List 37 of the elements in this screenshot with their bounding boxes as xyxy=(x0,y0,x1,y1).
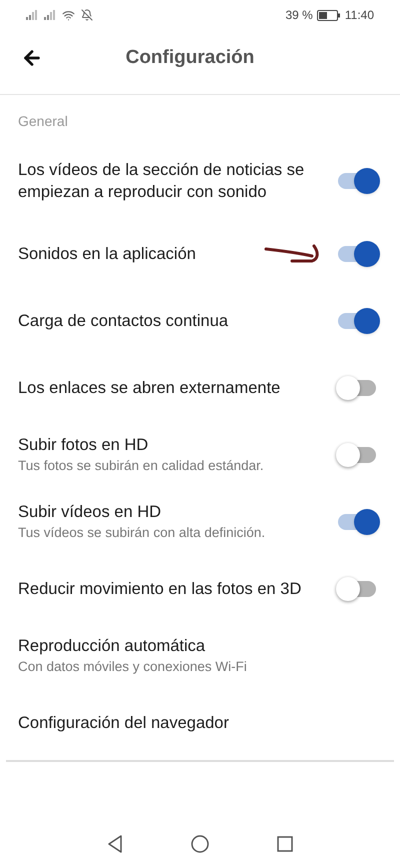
battery-percent: 39 % xyxy=(286,7,313,24)
setting-subtitle: Con datos móviles y conexiones Wi-Fi xyxy=(18,658,248,676)
setting-subtitle: Tus vídeos se subirán con alta definición. xyxy=(18,524,266,542)
battery-icon xyxy=(316,10,341,20)
setting-title: Reducir movimiento en las fotos en 3D xyxy=(18,578,302,600)
setting-title: Subir vídeos en HD xyxy=(18,502,162,522)
signal-icon xyxy=(26,10,38,20)
toggle-switch[interactable] xyxy=(336,168,380,194)
toggle-switch[interactable] xyxy=(336,508,380,534)
toggle-switch[interactable] xyxy=(336,240,380,266)
setting-title: Configuración del navegador xyxy=(18,712,230,734)
setting-title: Sonidos en la aplicación xyxy=(18,244,197,264)
setting-title: Los enlaces se abren externamente xyxy=(18,378,282,398)
setting-row[interactable]: Los vídeos de la sección de noticias se empiezan a reproducir con sonido xyxy=(0,142,400,220)
setting-row[interactable]: Configuración del navegador xyxy=(0,689,400,756)
setting-title: Los vídeos de la sección de noticias se empiezan a reproducir con sonido xyxy=(18,160,306,203)
bell-off-icon xyxy=(81,9,93,21)
section-title: General xyxy=(17,112,69,131)
wifi-icon xyxy=(62,8,75,22)
setting-row[interactable]: Carga de contactos continua xyxy=(0,287,400,354)
setting-row[interactable]: Los enlaces se abren externamente xyxy=(0,354,400,421)
recents-nav-icon[interactable] xyxy=(277,836,293,852)
setting-row[interactable]: Subir fotos en HD Tus fotos se subirán en calidad estándar. xyxy=(0,421,400,488)
setting-title: Reproducción automática xyxy=(18,636,206,656)
clock-time: 11:40 xyxy=(344,7,374,24)
setting-row[interactable]: Sonidos en la aplicación xyxy=(0,220,400,287)
page-title: Configuración xyxy=(124,46,256,70)
back-nav-icon[interactable] xyxy=(107,835,123,853)
setting-title: Subir fotos en HD xyxy=(18,434,150,456)
signal-icon xyxy=(44,10,56,20)
setting-row[interactable]: Subir vídeos en HD Tus vídeos se subirán con alta definición. xyxy=(0,488,400,555)
setting-row[interactable]: Reducir movimiento en las fotos en 3D xyxy=(0,555,400,622)
setting-subtitle: Tus fotos se subirán en calidad estándar. xyxy=(18,456,265,474)
home-nav-icon[interactable] xyxy=(191,835,209,853)
setting-title: Carga de contactos continua xyxy=(18,310,230,332)
toggle-switch[interactable] xyxy=(336,308,380,334)
setting-row[interactable]: Reproducción automática Con datos móviles y conexiones Wi-Fi xyxy=(0,622,400,689)
